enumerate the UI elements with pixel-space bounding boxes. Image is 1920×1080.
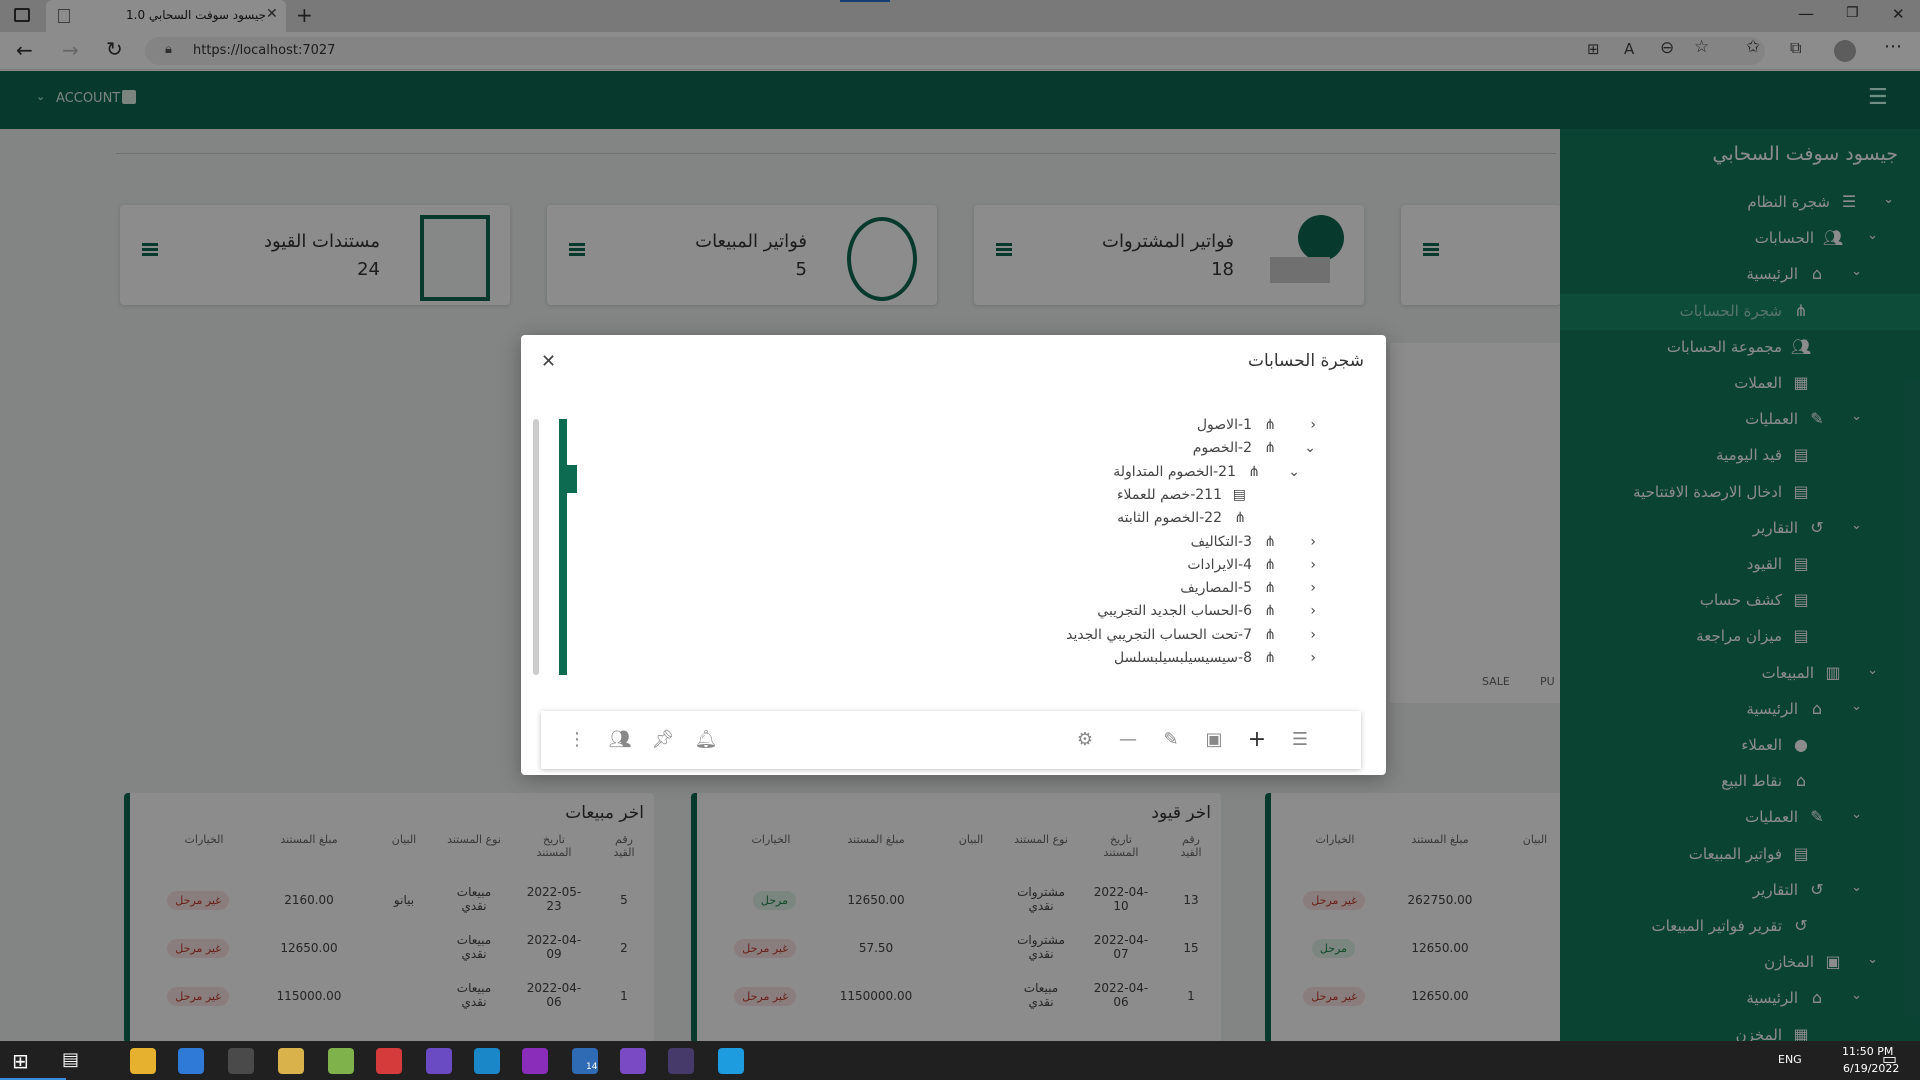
chevron-down-icon[interactable]: ⌄ <box>1304 440 1316 456</box>
xampp-icon[interactable] <box>376 1048 402 1074</box>
tree-node[interactable]: ⋔ 3-التكاليف ‹ <box>1190 533 1316 557</box>
file-explorer-icon[interactable] <box>130 1048 156 1074</box>
tree-node-label: 7-تحت الحساب التجريبي الجديد <box>1066 626 1252 643</box>
tree-node[interactable]: ⋔ 4-الايرادات ‹ <box>1187 556 1316 580</box>
tree-node-label: 22-الخصوم الثابته <box>1117 510 1222 527</box>
tree-node-label: 8-سيسيسيلبسيلبسلسل <box>1113 650 1252 666</box>
close-icon[interactable]: ✕ <box>541 351 556 372</box>
save-icon[interactable]: ▣ <box>1200 727 1228 755</box>
gear-icon[interactable]: ⚙ <box>1071 727 1099 755</box>
tree-node-label: 1-الاصول <box>1196 417 1252 433</box>
tree-branch-icon: ⋔ <box>1264 533 1276 550</box>
tree-node[interactable]: ▤ 211-خصم للعملاء <box>1117 487 1246 510</box>
tree-node-label: 211-خصم للعملاء <box>1116 486 1222 503</box>
app-badge-count: 14 <box>586 1062 598 1072</box>
chevron-left-icon[interactable]: ‹ <box>1310 534 1316 550</box>
tree-node[interactable]: ⋔ 22-الخصوم الثابته <box>1117 510 1246 533</box>
chevron-left-icon[interactable]: ‹ <box>1310 603 1316 619</box>
tree-node[interactable]: ⋔ 5-المصاريف ‹ <box>1180 580 1316 603</box>
tree-node[interactable]: ⋔ 8-سيسيسيلبسيلبسلسل ‹ <box>1113 650 1316 673</box>
app-badge-icon[interactable]: 14 <box>572 1048 598 1074</box>
minus-icon[interactable]: — <box>1114 727 1142 755</box>
users-icon[interactable]: 👥︎ <box>606 727 634 755</box>
tree-branch-icon: ⋔ <box>1248 463 1260 480</box>
edge-icon[interactable] <box>474 1048 500 1074</box>
tree-node[interactable]: ⋔ 21-الخصوم المتداولة ⌄ <box>1113 463 1300 487</box>
tree-branch-icon: ⋔ <box>1264 580 1276 597</box>
tree-node-label: 5-المصاريف <box>1180 580 1252 597</box>
tree-branch-icon: ⋔ <box>1264 417 1276 433</box>
more-vertical-icon[interactable]: ⋮ <box>563 727 591 755</box>
tree-node-label: 2-الخصوم <box>1192 440 1252 457</box>
chevron-left-icon[interactable]: ‹ <box>1310 650 1316 666</box>
edit-icon[interactable]: ✎ <box>1157 727 1185 755</box>
lang-indicator[interactable]: ENG <box>1778 1053 1802 1066</box>
chevron-left-icon[interactable]: ‹ <box>1310 580 1316 596</box>
add-icon[interactable]: + <box>1243 727 1271 755</box>
task-view-icon[interactable]: ▤ <box>62 1049 79 1070</box>
modal-title: شجرة الحسابات <box>1247 351 1364 371</box>
tree-node[interactable]: ⋔ 2-الخصوم ⌄ <box>1192 440 1316 463</box>
app-purple-icon[interactable] <box>426 1048 452 1074</box>
windows-start-icon[interactable]: ⊞ <box>12 1049 29 1073</box>
pin-icon[interactable]: 📌︎ <box>649 727 677 755</box>
scrollbar[interactable] <box>533 419 539 675</box>
tree-toolbar: ⋮ 👥︎ 📌︎ 🔔︎ ⚙ — ✎ ▣ + ☰ <box>541 711 1361 769</box>
tree-guide-bar <box>559 419 567 675</box>
chevron-left-icon[interactable]: ‹ <box>1310 417 1316 433</box>
visual-studio-icon[interactable] <box>620 1048 646 1074</box>
tree-node-label: 3-التكاليف <box>1190 533 1252 550</box>
accounts-tree-modal: شجرة الحسابات ✕ ⋔ 1-الاصول ‹ ⋔ 2-الخصوم ⌄ ⋔ 21-… <box>521 335 1386 775</box>
chevron-left-icon[interactable]: ‹ <box>1310 557 1316 573</box>
tree-node[interactable]: ⋔ 6-الحساب الجديد التجريبي ‹ <box>1097 603 1316 626</box>
bell-icon[interactable]: 🔔︎ <box>692 727 720 755</box>
document-icon: ▤ <box>1232 486 1246 503</box>
notifications-icon[interactable]: ▭ <box>1882 1049 1897 1068</box>
app-e-icon[interactable] <box>228 1048 254 1074</box>
app-s-icon[interactable] <box>522 1048 548 1074</box>
tree-node-label: 4-الايرادات <box>1187 556 1252 573</box>
tree-node[interactable]: ⋔ 1-الاصول ‹ <box>1196 417 1316 440</box>
tree-branch-icon: ⋔ <box>1234 510 1246 527</box>
tree-branch-icon: ⋔ <box>1264 650 1276 666</box>
notes-icon[interactable] <box>278 1048 304 1074</box>
tree-branch-icon: ⋔ <box>1264 440 1276 457</box>
vscode-icon[interactable] <box>178 1048 204 1074</box>
chevron-left-icon[interactable]: ‹ <box>1310 627 1316 643</box>
tree-node-label: 21-الخصوم المتداولة <box>1113 463 1236 480</box>
tree-node-label: 6-الحساب الجديد التجريبي <box>1097 603 1252 620</box>
tree-branch-icon: ⋔ <box>1264 626 1276 643</box>
chrome-icon[interactable] <box>328 1048 354 1074</box>
chevron-down-icon[interactable]: ⌄ <box>1288 464 1300 480</box>
tree-branch-icon: ⋔ <box>1264 556 1276 573</box>
terminal-icon[interactable] <box>668 1048 694 1074</box>
tree-guide-notch <box>567 465 577 493</box>
edge-active-icon[interactable] <box>718 1048 744 1074</box>
list-icon[interactable]: ☰ <box>1286 727 1314 755</box>
tree-node[interactable]: ⋔ 7-تحت الحساب التجريبي الجديد ‹ <box>1066 626 1316 650</box>
tree-branch-icon: ⋔ <box>1264 603 1276 620</box>
taskbar: ⊞ ▤ 14 ENG 11:50 PM 6/19/2022 ▭ <box>0 1041 1920 1080</box>
